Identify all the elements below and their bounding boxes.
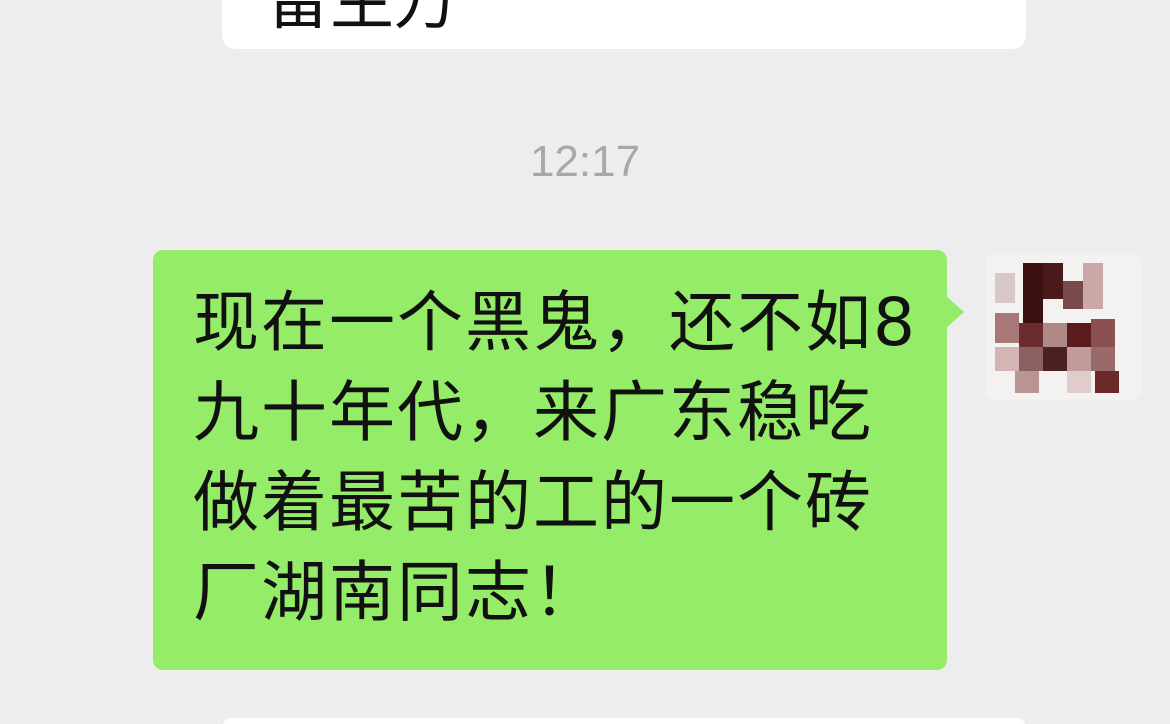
avatar-pixel bbox=[1095, 371, 1119, 393]
avatar-pixel bbox=[995, 273, 1015, 303]
incoming-message-text: 留生万 bbox=[266, 0, 458, 39]
avatar-pixel bbox=[1019, 347, 1043, 371]
next-message-bubble-edge bbox=[222, 718, 1026, 724]
message-timestamp: 12:17 bbox=[529, 137, 641, 186]
avatar-pixel bbox=[1023, 263, 1043, 323]
outgoing-message-row: 现在一个黑鬼，还不如8九十年代，来广东稳吃做着最苦的工的一个砖厂湖南同志！ bbox=[0, 250, 1170, 680]
outgoing-message-text: 现在一个黑鬼，还不如8九十年代，来广东稳吃做着最苦的工的一个砖厂湖南同志！ bbox=[193, 284, 917, 631]
avatar-pixel bbox=[1067, 347, 1091, 371]
avatar-pixel bbox=[995, 347, 1019, 371]
avatar-pixel bbox=[995, 313, 1019, 343]
avatar-pixel bbox=[1083, 263, 1103, 309]
avatar-pixel bbox=[1067, 323, 1091, 347]
incoming-message-bubble[interactable]: 留生万 bbox=[222, 0, 1026, 49]
avatar-pixel bbox=[1043, 347, 1067, 371]
avatar-pixel bbox=[1019, 323, 1043, 347]
avatar-pixel bbox=[1043, 263, 1063, 299]
avatar-pixel bbox=[1091, 319, 1115, 347]
avatar-pixel bbox=[1015, 371, 1039, 393]
pixelated-avatar-icon[interactable] bbox=[985, 253, 1141, 401]
outgoing-message-bubble[interactable]: 现在一个黑鬼，还不如8九十年代，来广东稳吃做着最苦的工的一个砖厂湖南同志！ bbox=[153, 250, 947, 670]
avatar-pixel bbox=[1091, 347, 1115, 371]
avatar-pixel bbox=[1067, 371, 1091, 393]
bubble-tail bbox=[946, 296, 964, 328]
chat-view: 留生万 12:17 现在一个黑鬼，还不如8九十年代，来广东稳吃做着最苦的工的一个… bbox=[0, 0, 1170, 724]
avatar-pixel bbox=[1043, 323, 1067, 347]
avatar-pixel bbox=[1063, 281, 1083, 309]
